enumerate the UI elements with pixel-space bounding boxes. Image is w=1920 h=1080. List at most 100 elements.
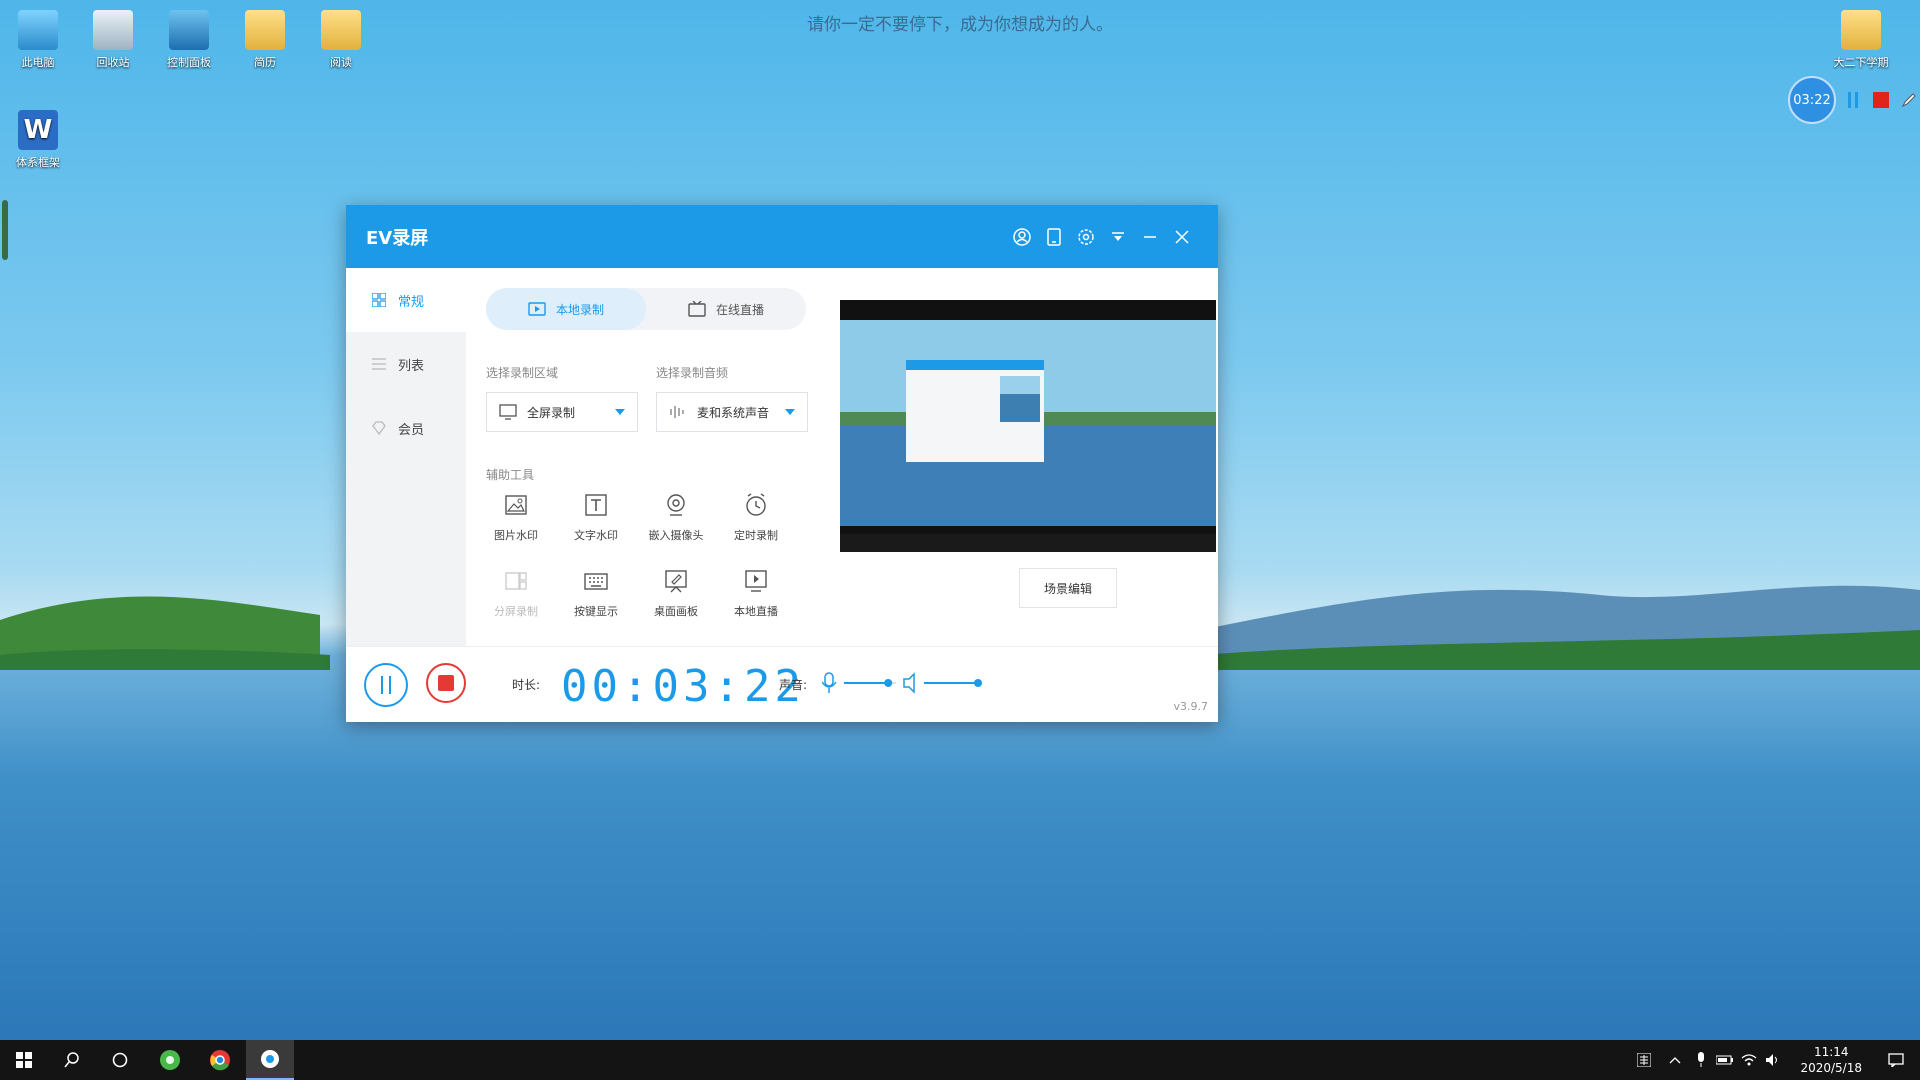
chrome-icon (210, 1050, 230, 1071)
microphone-icon[interactable] (822, 672, 837, 693)
cortana-icon (112, 1052, 128, 1068)
title-bar[interactable]: EV录屏 (346, 205, 1218, 268)
ev-recorder-window: EV录屏 常规 列表 会员 本地录制 在线直播 选择录制区域 选择录制音频 全屏… (346, 205, 1218, 722)
word-icon: W (18, 110, 58, 150)
start-button[interactable] (0, 1040, 48, 1080)
area-select[interactable]: 全屏录制 (486, 392, 638, 432)
desktop-icon-semester[interactable]: 大二下学期 (1826, 10, 1896, 70)
chevron-down-icon (615, 409, 625, 415)
tool-scheduled-record[interactable]: 定时录制 (716, 492, 796, 543)
user-icon[interactable] (1006, 221, 1038, 253)
tools-label: 辅助工具 (486, 468, 535, 482)
tool-desktop-drawing[interactable]: 桌面画板 (636, 568, 716, 619)
local-live-icon (745, 570, 767, 592)
task-view-button[interactable] (96, 1040, 144, 1080)
notification-icon[interactable] (1872, 1040, 1920, 1080)
desktop-icon-this-pc[interactable]: 此电脑 (3, 10, 73, 70)
folder-icon (245, 10, 285, 50)
mode-tabs: 本地录制 在线直播 (486, 288, 806, 330)
desktop-icon-framework[interactable]: W 体系框架 (3, 110, 73, 170)
browser-icon (160, 1050, 180, 1070)
float-timer[interactable]: 03:22 (1788, 76, 1836, 124)
audio-select[interactable]: 麦和系统声音 (656, 392, 808, 432)
speaker-volume-slider[interactable] (974, 679, 982, 687)
taskbar-clock[interactable]: 11:14 2020/5/18 (1800, 1044, 1862, 1076)
close-icon[interactable] (1166, 221, 1198, 253)
tool-split-screen[interactable]: 分屏录制 (476, 568, 556, 619)
tool-key-display[interactable]: 按键显示 (556, 568, 636, 619)
list-icon (372, 358, 386, 370)
diamond-icon (372, 421, 386, 435)
live-icon (688, 301, 706, 317)
nav-member[interactable]: 会员 (346, 396, 466, 460)
desktop-icon-resume[interactable]: 简历 (230, 10, 300, 70)
desktop-icon-recycle-bin[interactable]: 回收站 (78, 10, 148, 70)
duration-timer: 00:03:22 (561, 661, 805, 712)
area-label: 选择录制区域 (486, 366, 559, 380)
volume-tray-icon[interactable] (1760, 1040, 1786, 1080)
windows-icon (16, 1052, 32, 1068)
volume-controls (822, 672, 982, 694)
stop-icon (438, 675, 454, 691)
microphone-tray-icon[interactable] (1688, 1040, 1714, 1080)
sound-label: 声音: (779, 678, 808, 692)
version-label: v3.9.7 (1173, 700, 1209, 713)
settings-icon[interactable] (1070, 221, 1102, 253)
app-title: EV录屏 (366, 227, 429, 249)
mic-volume-slider[interactable] (884, 679, 893, 687)
monitor-icon (499, 404, 517, 420)
stop-button[interactable] (426, 663, 466, 703)
grid-icon (372, 293, 386, 307)
pause-icon (381, 676, 383, 694)
duration-label: 时长: (512, 678, 541, 692)
preview-image (840, 300, 1216, 552)
tool-embed-camera[interactable]: 嵌入摄像头 (636, 492, 716, 543)
tablet-icon[interactable] (1038, 221, 1070, 253)
nav-list[interactable]: 列表 (346, 332, 466, 396)
pause-button[interactable] (364, 663, 408, 707)
tray-expand-icon[interactable] (1660, 1040, 1690, 1080)
screen-preview (840, 300, 1216, 552)
split-screen-icon (505, 572, 527, 590)
recycle-bin-icon (93, 10, 133, 50)
dropdown-icon[interactable] (1102, 221, 1134, 253)
nav-general[interactable]: 常规 (346, 268, 466, 332)
speaker-icon[interactable] (903, 672, 915, 694)
control-bar: 时长: 00:03:22 声音: v3.9.7 (346, 646, 1218, 723)
tool-text-watermark[interactable]: 文字水印 (556, 492, 636, 543)
search-button[interactable] (48, 1040, 96, 1080)
image-icon (505, 495, 527, 515)
edge-handle[interactable] (2, 200, 8, 260)
ev-recorder-icon (261, 1050, 279, 1068)
pause-icon (389, 676, 391, 694)
taskbar-app-ev-recorder[interactable] (246, 1040, 294, 1080)
tab-online-live[interactable]: 在线直播 (646, 288, 806, 330)
audio-label: 选择录制音频 (656, 366, 729, 380)
drawing-board-icon (665, 570, 687, 593)
pause-icon[interactable] (1842, 89, 1864, 111)
clock-icon (746, 493, 766, 516)
desktop-icon-control-panel[interactable]: 控制面板 (154, 10, 224, 70)
sidebar: 常规 列表 会员 (346, 268, 466, 646)
tab-local-record[interactable]: 本地录制 (486, 288, 646, 330)
wifi-icon[interactable] (1736, 1040, 1762, 1080)
floating-recorder: 03:22 (1788, 76, 1920, 124)
tool-local-live[interactable]: 本地直播 (716, 568, 796, 619)
pen-icon[interactable] (1898, 89, 1920, 111)
keyboard-icon (584, 573, 608, 590)
battery-icon[interactable] (1712, 1040, 1738, 1080)
taskbar-app-browser[interactable] (146, 1040, 194, 1080)
sound-wave-icon (670, 406, 684, 418)
search-icon (64, 1052, 79, 1068)
scene-edit-button[interactable]: 场景编辑 (1019, 568, 1117, 608)
desktop-icon-reading[interactable]: 阅读 (306, 10, 376, 70)
taskbar-app-chrome[interactable] (196, 1040, 244, 1080)
video-icon (528, 302, 546, 316)
chevron-down-icon (785, 409, 795, 415)
minimize-icon[interactable] (1134, 221, 1166, 253)
stop-icon[interactable] (1870, 89, 1892, 111)
computer-icon (18, 10, 58, 50)
control-panel-icon (169, 10, 209, 50)
tool-image-watermark[interactable]: 图片水印 (476, 492, 556, 543)
text-icon (585, 494, 607, 516)
